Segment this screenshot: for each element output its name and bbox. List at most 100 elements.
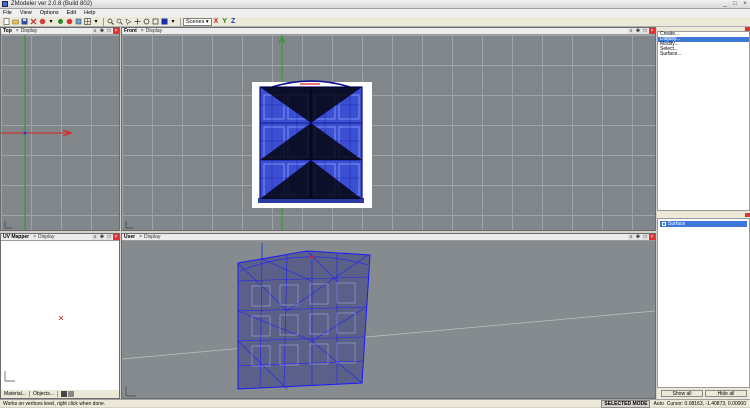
show-all-button[interactable]: Show all — [661, 390, 703, 397]
texture-icon[interactable] — [74, 18, 82, 26]
right-panel: Create... Display... Modify... Select...… — [657, 27, 750, 399]
viewport-name[interactable]: User — [124, 234, 135, 240]
axis-gizmo — [4, 371, 15, 382]
front-viewport-canvas[interactable] — [122, 35, 655, 230]
axis-x-toggle[interactable]: X — [214, 18, 219, 25]
menu-view[interactable]: View — [20, 10, 32, 16]
axis-z-toggle[interactable]: Z — [231, 18, 235, 25]
origin-marker — [23, 131, 27, 135]
menu-options[interactable]: Options — [40, 10, 59, 16]
user-viewport: User × Display ⌕ ✥ □ × — [121, 233, 656, 399]
delete-icon[interactable] — [29, 18, 37, 26]
open-folder-icon[interactable] — [11, 18, 19, 26]
close-icon[interactable]: × — [649, 28, 655, 34]
axis-gizmo — [125, 386, 136, 397]
close-icon[interactable]: × — [113, 234, 119, 240]
object-mode-icon[interactable] — [160, 18, 168, 26]
close-icon[interactable] — [745, 213, 750, 217]
front-viewport: Front × Display ⌕ ✥ □ × — [121, 27, 656, 231]
viewport-header: Front × Display ⌕ ✥ □ × — [122, 28, 655, 35]
top-viewport: Top × Display ⌕ ✥ □ × — [0, 27, 120, 231]
color-swatch-dark[interactable] — [61, 391, 68, 397]
scene-tree: Surface — [657, 218, 750, 388]
menu-edit[interactable]: Edit — [67, 10, 76, 16]
uv-tabs: Material... Objects... — [1, 390, 119, 398]
zoom-icon[interactable]: ⌕ — [92, 234, 98, 240]
maximize-icon[interactable]: □ — [106, 28, 112, 34]
menu-bar: File View Options Edit Help — [0, 9, 750, 17]
viewport-header: User × Display ⌕ ✥ □ × — [122, 234, 655, 241]
rotate-icon[interactable] — [142, 18, 150, 26]
save-icon[interactable] — [20, 18, 28, 26]
dropdown-arrow-icon[interactable]: ▾ — [47, 18, 55, 26]
scale-icon[interactable] — [151, 18, 159, 26]
cabinet-mesh[interactable] — [258, 80, 364, 203]
viewport-header: UV Mapper × Display ⌕ ✥ □ × — [1, 234, 119, 241]
viewport-header: Top × Display ⌕ ✥ □ × — [1, 28, 119, 35]
menu-help[interactable]: Help — [84, 10, 95, 16]
window-title: ZModeler ver 2.0.8 (Build 802) — [11, 1, 93, 7]
status-bar: Works on vertices level, right click whe… — [0, 399, 750, 408]
maximize-icon[interactable]: □ — [642, 234, 648, 240]
viewport-name[interactable]: Top — [3, 28, 12, 34]
viewport-name[interactable]: UV Mapper — [3, 234, 29, 240]
render-icon[interactable] — [38, 18, 46, 26]
new-file-icon[interactable] — [2, 18, 10, 26]
zoom-icon[interactable]: ⌕ — [628, 234, 634, 240]
material-icon[interactable] — [65, 18, 73, 26]
zoom-in-icon[interactable] — [106, 18, 114, 26]
maximize-icon[interactable]: □ — [106, 234, 112, 240]
title-bar: ZModeler ver 2.0.8 (Build 802) _ □ × — [0, 0, 750, 9]
close-icon[interactable]: × — [649, 234, 655, 240]
zoom-out-icon[interactable] — [115, 18, 123, 26]
link-icon[interactable] — [56, 18, 64, 26]
pivot-marker — [310, 255, 314, 259]
tree-item-surface[interactable]: Surface — [660, 221, 747, 227]
uv-mapper-canvas[interactable] — [1, 241, 119, 390]
pan-icon[interactable]: ✥ — [635, 28, 641, 34]
display-tab[interactable]: Display — [21, 28, 37, 34]
close-button[interactable]: × — [740, 0, 750, 8]
uv-mapper-viewport: UV Mapper × Display ⌕ ✥ □ × Material... … — [0, 233, 120, 399]
maximize-icon[interactable]: □ — [642, 28, 648, 34]
dropdown-arrow-icon[interactable]: ▾ — [92, 18, 100, 26]
command-menu: Create... Display... Modify... Select...… — [657, 31, 750, 211]
toolbar: ▾ ▾ ▾ Scenes ▾ X Y Z — [0, 17, 750, 27]
select-mode-icon[interactable] — [124, 18, 132, 26]
pan-icon[interactable]: ✥ — [99, 234, 105, 240]
zoom-icon[interactable]: ⌕ — [92, 28, 98, 34]
status-hint: Works on vertices level, right click whe… — [3, 400, 106, 407]
app-icon — [2, 1, 8, 7]
deformed-cabinet-mesh[interactable] — [237, 250, 371, 390]
viewport-name[interactable]: Front — [124, 28, 137, 34]
display-tab[interactable]: Display — [38, 234, 54, 240]
axis-gizmo — [4, 221, 12, 229]
display-tab[interactable]: Display — [146, 28, 162, 34]
status-auto[interactable]: Auto — [650, 401, 666, 407]
move-icon[interactable] — [133, 18, 141, 26]
ground-line — [122, 310, 655, 360]
checkbox-icon — [662, 222, 666, 226]
pan-icon[interactable]: ✥ — [635, 234, 641, 240]
tab-material[interactable]: Material... — [1, 391, 30, 397]
menu-file[interactable]: File — [3, 10, 12, 16]
cursor-coordinates: Cursor: 0.08163, -1.40873, 0.00000 — [666, 400, 746, 407]
minimize-button[interactable]: _ — [720, 0, 730, 8]
hide-all-button[interactable]: Hide all — [705, 390, 747, 397]
top-viewport-canvas[interactable] — [1, 35, 119, 230]
color-swatch-gray[interactable] — [68, 391, 75, 397]
pan-icon[interactable]: ✥ — [99, 28, 105, 34]
menu-surface[interactable]: Surface... — [658, 52, 749, 57]
close-icon[interactable]: × — [113, 28, 119, 34]
selection-mode-select[interactable]: Scenes ▾ — [183, 17, 212, 26]
tab-objects[interactable]: Objects... — [30, 391, 59, 397]
zoom-icon[interactable]: ⌕ — [628, 28, 634, 34]
grid-icon[interactable] — [83, 18, 91, 26]
status-mode[interactable]: SELECTED MODE — [601, 399, 651, 408]
display-tab[interactable]: Display — [144, 234, 160, 240]
uv-origin-marker — [58, 315, 64, 321]
user-viewport-canvas[interactable] — [122, 241, 655, 398]
maximize-button[interactable]: □ — [730, 0, 740, 8]
axis-y-toggle[interactable]: Y — [222, 18, 227, 25]
dropdown-arrow-icon[interactable]: ▾ — [169, 18, 177, 26]
